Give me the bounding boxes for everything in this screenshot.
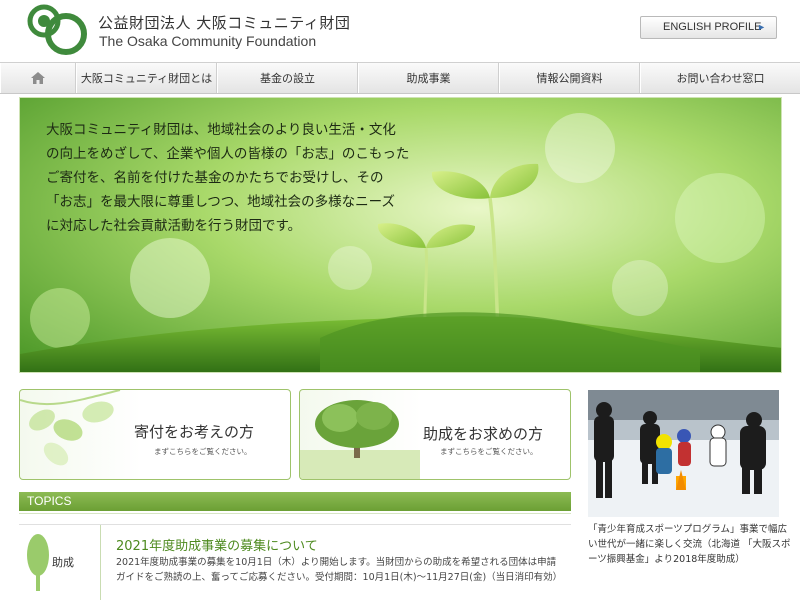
nav-item-disclosure[interactable]: 情報公開資料	[499, 63, 640, 93]
grant-seeker-banner[interactable]: 助成をお求めの方 まずこちらをご覧ください。	[299, 389, 571, 480]
hero-banner: 大阪コミュニティ財団は、地域社会のより良い生活・文化 の向上をめざして、企業や個…	[19, 97, 782, 373]
tree-icon	[27, 534, 49, 591]
photo-caption: 「青少年育成スポーツプログラム」事業で幅広い世代が一緒に楽しく交流（北海道 「大…	[588, 524, 791, 565]
banner-subtitle: まずこちらをご覧ください。	[154, 447, 252, 456]
main-nav: 大阪コミュニティ財団とは 基金の設立 助成事業 情報公開資料 お問い合わせ窓口	[0, 62, 800, 94]
foundation-logo-icon[interactable]	[22, 2, 90, 56]
hero-message: 大阪コミュニティ財団は、地域社会のより良い生活・文化 の向上をめざして、企業や個…	[46, 118, 426, 238]
divider	[19, 513, 571, 514]
banner-subtitle: まずこちらをご覧ください。	[440, 447, 538, 456]
site-header: 公益財団法人 大阪コミュニティ財団 The Osaka Community Fo…	[0, 0, 800, 62]
nav-item-grants[interactable]: 助成事業	[358, 63, 499, 93]
topic-category-label: 助成	[52, 556, 74, 569]
arrow-right-icon: ►	[757, 22, 766, 32]
tree-icon	[300, 400, 420, 479]
ice-skating-photo-icon	[588, 390, 779, 517]
donor-banner[interactable]: 寄付をお考えの方 まずこちらをご覧ください。	[19, 389, 291, 480]
hero-line: に対応した社会貢献活動を行う財団です。	[46, 218, 302, 234]
english-profile-button[interactable]: ENGLISH PROFILE ►	[640, 16, 777, 39]
topic-item: 助成 2021年度助成事業の募集について 2021年度助成事業の募集を10月1日…	[19, 524, 571, 600]
org-name-ja: 公益財団法人 大阪コミュニティ財団	[98, 14, 351, 32]
sports-program-photo[interactable]	[588, 390, 779, 517]
topic-category: 助成	[19, 525, 101, 600]
org-name-en: The Osaka Community Foundation	[99, 33, 317, 49]
nav-item-contact[interactable]: お問い合わせ窓口	[640, 63, 800, 93]
hero-line: 「お志」を最大限に尊重しつつ、地域社会の多様なニーズ	[46, 194, 395, 210]
banner-title: 寄付をお考えの方	[134, 423, 255, 441]
home-icon	[31, 72, 45, 84]
hero-line: の向上をめざして、企業や個人の皆様の「お志」のこもった	[46, 146, 410, 162]
topics-heading: TOPICS	[19, 492, 571, 511]
leaf-branch-icon	[20, 390, 121, 466]
banner-title: 助成をお求めの方	[423, 425, 544, 443]
topic-title-link[interactable]: 2021年度助成事業の募集について	[116, 535, 318, 554]
nav-item-fund-establishment[interactable]: 基金の設立	[217, 63, 358, 93]
hero-line: ご寄付を、名前を付けた基金のかたちでお受けし、その	[46, 170, 384, 186]
topic-body: 2021年度助成事業の募集を10月1日（木）より開始します。当財団からの助成を希…	[116, 557, 563, 583]
nav-home[interactable]	[0, 63, 76, 93]
nav-item-about[interactable]: 大阪コミュニティ財団とは	[76, 63, 217, 93]
hero-line: 大阪コミュニティ財団は、地域社会のより良い生活・文化	[46, 122, 396, 138]
english-profile-label: ENGLISH PROFILE	[663, 21, 762, 33]
